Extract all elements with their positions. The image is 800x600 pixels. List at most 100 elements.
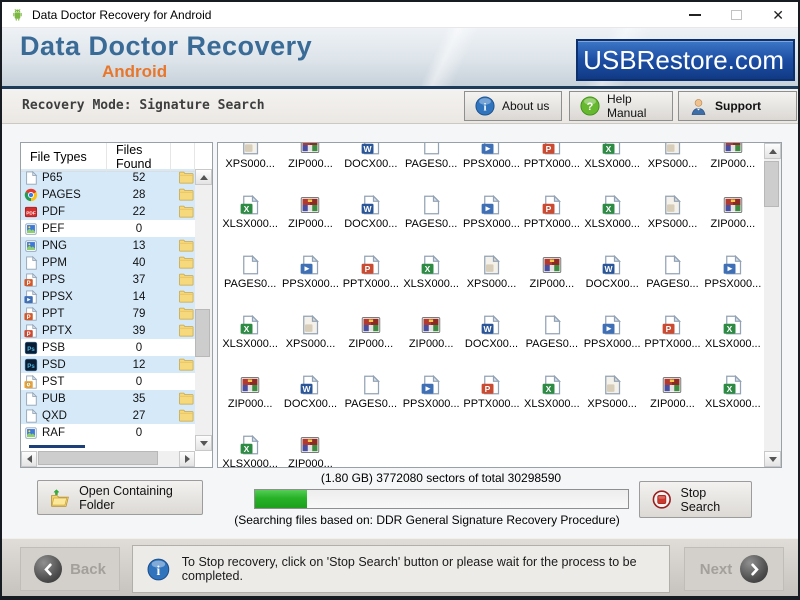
file-item[interactable]: PPPTX000... xyxy=(522,179,582,239)
file-item[interactable]: PPSX000... xyxy=(461,142,521,179)
table-row[interactable]: PUB35 xyxy=(21,390,195,407)
file-item[interactable]: ZIP000... xyxy=(280,142,340,179)
table-horizontal-scrollbar[interactable] xyxy=(21,451,195,467)
file-item[interactable]: WDOCX00... xyxy=(341,142,401,179)
scroll-left-icon[interactable] xyxy=(21,451,37,467)
folder-cell[interactable] xyxy=(171,324,195,337)
file-item[interactable]: ZIP000... xyxy=(280,179,340,239)
file-item[interactable]: WDOCX00... xyxy=(280,359,340,419)
table-row[interactable]: QXD27 xyxy=(21,407,195,424)
table-row[interactable]: PEF0 xyxy=(21,220,195,237)
scroll-down-icon[interactable] xyxy=(195,435,212,451)
file-item[interactable]: XXLSX000... xyxy=(220,179,280,239)
file-item[interactable]: WDOCX00... xyxy=(341,179,401,239)
scroll-right-icon[interactable] xyxy=(179,451,195,467)
table-row[interactable]: PPM40 xyxy=(21,254,195,271)
table-row[interactable]: PsPSB0 xyxy=(21,339,195,356)
file-item[interactable]: XXLSX000... xyxy=(522,359,582,419)
file-item[interactable]: ZIP000... xyxy=(220,359,280,419)
folder-cell[interactable] xyxy=(171,205,195,218)
file-item[interactable]: XXLSX000... xyxy=(582,142,642,179)
scrollbar-thumb[interactable] xyxy=(195,309,210,357)
file-item[interactable]: XXLSX000... xyxy=(220,299,280,359)
table-row[interactable]: PPPT79 xyxy=(21,305,195,322)
maximize-icon[interactable] xyxy=(731,10,742,20)
file-item[interactable]: PPSX000... xyxy=(401,359,461,419)
file-item[interactable]: PPSX000... xyxy=(703,239,763,299)
folder-cell[interactable] xyxy=(171,239,195,252)
folder-cell[interactable] xyxy=(171,273,195,286)
file-item[interactable]: ZIP000... xyxy=(703,179,763,239)
file-item[interactable]: PPPTX000... xyxy=(522,142,582,179)
file-item[interactable]: PAGES0... xyxy=(401,179,461,239)
folder-cell[interactable] xyxy=(171,188,195,201)
file-item[interactable]: XPS000... xyxy=(642,179,702,239)
stop-search-button[interactable]: Stop Search xyxy=(639,481,752,518)
file-item[interactable]: XXLSX000... xyxy=(703,299,763,359)
file-item[interactable]: PAGES0... xyxy=(401,142,461,179)
back-button[interactable]: Back xyxy=(20,547,120,591)
table-row[interactable]: PsPSD12 xyxy=(21,356,195,373)
table-row[interactable]: PPPS37 xyxy=(21,271,195,288)
file-item[interactable]: PPPTX000... xyxy=(461,359,521,419)
file-item[interactable]: PPSX000... xyxy=(582,299,642,359)
file-item[interactable]: PPPTX000... xyxy=(642,299,702,359)
table-row[interactable]: RAF0 xyxy=(21,424,195,441)
file-item[interactable]: XPS000... xyxy=(642,142,702,179)
table-row[interactable]: PST0 xyxy=(21,373,195,390)
table-row[interactable]: PAGES28 xyxy=(21,186,195,203)
folder-cell[interactable] xyxy=(171,171,195,184)
scroll-up-icon[interactable] xyxy=(764,143,781,159)
file-item[interactable]: ZIP000... xyxy=(401,299,461,359)
table-row[interactable]: PNG13 xyxy=(21,237,195,254)
folder-cell[interactable] xyxy=(171,358,195,371)
file-item[interactable]: XPS000... xyxy=(280,299,340,359)
scroll-up-icon[interactable] xyxy=(195,169,212,185)
file-item[interactable]: PAGES0... xyxy=(522,299,582,359)
table-row[interactable]: PPPTX39 xyxy=(21,322,195,339)
file-item[interactable]: PPSX000... xyxy=(280,239,340,299)
file-item[interactable]: XPS000... xyxy=(220,142,280,179)
file-item[interactable]: XXLSX000... xyxy=(582,179,642,239)
open-containing-folder-button[interactable]: Open Containing Folder xyxy=(37,480,203,515)
file-item[interactable]: XXLSX000... xyxy=(401,239,461,299)
scrollbar-thumb[interactable] xyxy=(764,161,779,207)
file-item[interactable]: ZIP000... xyxy=(280,419,340,468)
folder-cell[interactable] xyxy=(171,409,195,422)
file-item[interactable]: XPS000... xyxy=(582,359,642,419)
file-item[interactable]: XXLSX000... xyxy=(220,419,280,468)
file-item[interactable]: WDOCX00... xyxy=(461,299,521,359)
folder-cell[interactable] xyxy=(171,290,195,303)
next-button[interactable]: Next xyxy=(684,547,784,591)
minimize-icon[interactable] xyxy=(689,14,701,16)
file-item[interactable]: ZIP000... xyxy=(703,142,763,179)
table-row[interactable]: PPSX14 xyxy=(21,288,195,305)
table-vertical-scrollbar[interactable] xyxy=(195,169,212,451)
xlsx-file-icon: X xyxy=(602,195,622,215)
file-item[interactable]: ZIP000... xyxy=(341,299,401,359)
table-row[interactable]: P6552 xyxy=(21,169,195,186)
folder-cell[interactable] xyxy=(171,392,195,405)
support-button[interactable]: Support xyxy=(678,91,797,121)
file-item[interactable]: WDOCX00... xyxy=(582,239,642,299)
file-item[interactable]: PPPTX000... xyxy=(341,239,401,299)
help-manual-button[interactable]: ? Help Manual xyxy=(569,91,673,121)
file-item[interactable]: PAGES0... xyxy=(220,239,280,299)
grid-vertical-scrollbar[interactable] xyxy=(764,143,781,467)
table-row[interactable]: PDFPDF22 xyxy=(21,203,195,220)
file-item[interactable]: PAGES0... xyxy=(341,359,401,419)
about-us-button[interactable]: i About us xyxy=(464,91,562,121)
folder-cell[interactable] xyxy=(171,256,195,269)
file-item[interactable]: XPS000... xyxy=(461,239,521,299)
file-item[interactable]: PAGES0... xyxy=(642,239,702,299)
file-item[interactable]: XXLSX000... xyxy=(703,359,763,419)
scrollbar-thumb[interactable] xyxy=(38,451,158,465)
folder-cell[interactable] xyxy=(171,307,195,320)
scroll-down-icon[interactable] xyxy=(764,451,781,467)
file-item[interactable]: ZIP000... xyxy=(642,359,702,419)
close-icon[interactable]: ✕ xyxy=(772,8,784,22)
file-item[interactable]: ZIP000... xyxy=(522,239,582,299)
file-item[interactable]: PPSX000... xyxy=(461,179,521,239)
column-header-files-found[interactable]: Files Found xyxy=(107,143,171,172)
column-header-file-types[interactable]: File Types xyxy=(21,143,107,172)
